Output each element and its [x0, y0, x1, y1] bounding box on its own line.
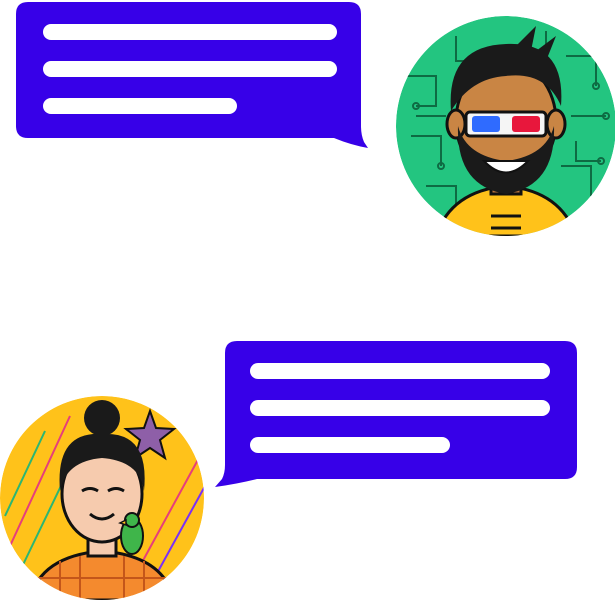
placeholder-line [43, 61, 337, 77]
placeholder-line [250, 437, 450, 453]
placeholder-line [250, 400, 550, 416]
message-bubble-2 [215, 341, 577, 487]
avatar-woman-with-parrot[interactable] [0, 396, 204, 600]
avatar-woman-with-parrot-illustration [0, 396, 204, 600]
placeholder-line [43, 98, 237, 114]
placeholder-line [250, 363, 550, 379]
message-bubble-1 [16, 2, 368, 148]
placeholder-line [43, 24, 337, 40]
avatar-bearded-man[interactable] [396, 16, 615, 236]
avatar-bearded-man-illustration [396, 16, 615, 236]
